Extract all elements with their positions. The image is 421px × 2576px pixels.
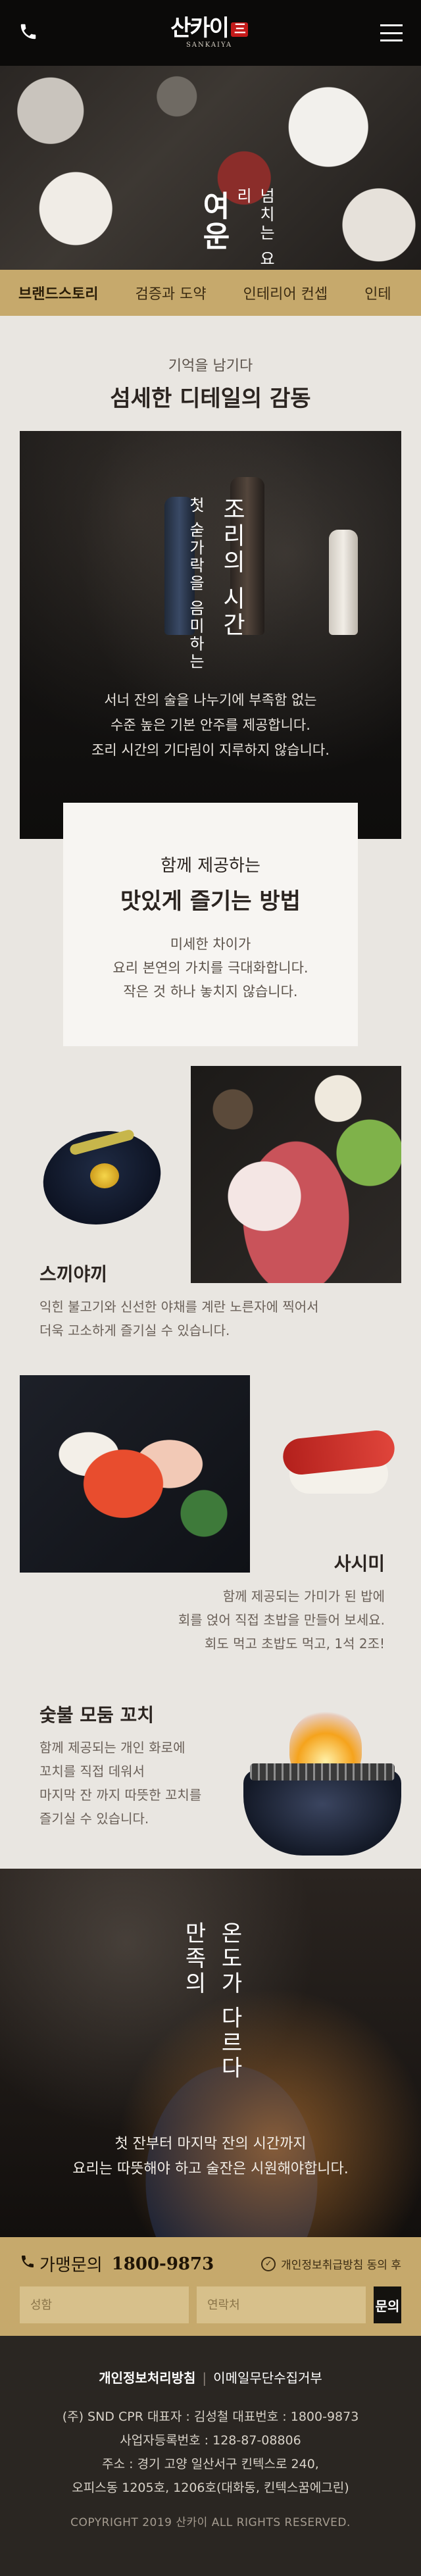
brand-logo[interactable]: 산카이 三 SANKAIYA — [170, 17, 248, 49]
cooking-desc-line: 서너 잔의 술을 나누기에 부족함 없는 — [104, 692, 317, 708]
skewer-desc-line: 함께 제공되는 개인 화로에 — [39, 1740, 186, 1755]
intro-heading: 섬세한 디테일의 감동 — [110, 386, 311, 412]
sashimi-title: 사시미 — [334, 1553, 385, 1575]
cooking-description: 서너 잔의 술을 나누기에 부족함 없는 수준 높은 기본 안주를 제공합니다.… — [20, 688, 401, 763]
privacy-agree-checkbox[interactable]: ✓ 개인정보취급방침 동의 후 — [261, 2256, 401, 2272]
hero-title: 여운 — [197, 191, 230, 251]
contact-input[interactable] — [197, 2286, 366, 2323]
method-kicker: 함께 제공하는 — [161, 856, 260, 876]
intro-kicker: 기억을 남기다 — [168, 358, 253, 374]
method-box: 함께 제공하는 맛있게 즐기는 방법 미세한 차이가 요리 본연의 가치를 극대… — [63, 803, 358, 1046]
company-info: (주) SND CPR 대표자 : 김성철 대표번호 : 1800-9873 사… — [0, 2405, 421, 2500]
egg-yolk-bowl-image — [34, 1119, 170, 1236]
sukiyaki-desc-line: 더욱 고소하게 즐기실 수 있습니다. — [39, 1323, 230, 1338]
footer-links: 개인정보처리방침 | 이메일무단수집거부 — [0, 2367, 421, 2387]
logo-badge: 三 — [230, 22, 248, 37]
header: 산카이 三 SANKAIYA — [0, 0, 421, 66]
sashimi-platter-image — [20, 1375, 250, 1573]
check-circle-icon: ✓ — [261, 2256, 276, 2271]
temperature-desc-line: 요리는 따뜻해야 하고 술잔은 시원해야합니다. — [72, 2161, 349, 2177]
skewer-desc-line: 꼬치를 직접 데워서 — [39, 1763, 145, 1779]
method-heading: 맛있게 즐기는 방법 — [120, 888, 301, 915]
temperature-section: 온도가 다르다 만족의 첫 잔부터 마지막 잔의 시간까지 요리는 따뜻해야 하… — [0, 1869, 421, 2237]
footer-link-separator: | — [202, 2370, 207, 2386]
tuna-sushi-image — [276, 1415, 401, 1513]
sashimi-desc-line: 회도 먹고 초밥도 먹고, 1석 2조! — [204, 1636, 385, 1652]
sub-navigation: 브랜드스토리 검증과 도약 인테리어 컨셉 인테 — [0, 270, 421, 316]
franchise-phone-number: 1800-9873 — [111, 2254, 214, 2274]
skewer-description: 함께 제공되는 개인 화로에 꼬치를 직접 데워서 마지막 잔 까지 따뜻한 꼬… — [39, 1736, 237, 1831]
cooking-time-panel: 조리의 시간 첫 숟가락을 음미하는 서너 잔의 술을 나누기에 부족함 없는 … — [20, 431, 401, 839]
cooking-title: 조리의 시간 — [218, 497, 245, 639]
copyright: COPYRIGHT 2019 산카이 ALL RIGHTS RESERVED. — [70, 2516, 351, 2529]
phone-icon — [20, 2254, 36, 2274]
hero-subtitle: 넘치는 요리 — [234, 188, 275, 269]
cooking-subtitle: 첫 숟가락을 음미하는 — [186, 497, 205, 671]
nav-item-interior-concept[interactable]: 인테리어 컨셉 — [225, 282, 346, 303]
phone-icon[interactable] — [18, 22, 38, 44]
franchise-phone[interactable]: 가맹문의 1800-9873 — [20, 2252, 214, 2276]
nav-item-interior-partial[interactable]: 인테 — [346, 282, 409, 303]
sashimi-desc-line: 회를 얹어 직접 초밥을 만들어 보세요. — [178, 1612, 385, 1628]
email-refusal-link[interactable]: 이메일무단수집거부 — [213, 2370, 322, 2386]
method-desc-line: 미세한 차이가 — [170, 936, 251, 952]
method-description: 미세한 차이가 요리 본연의 가치를 극대화합니다. 작은 것 하나 놓치지 않… — [63, 932, 358, 1003]
temperature-title-line-b: 온도가 다르다 — [216, 1921, 243, 2081]
method-desc-line: 작은 것 하나 놓치지 않습니다. — [123, 984, 298, 999]
hero-banner: 여운 넘치는 요리 — [0, 66, 421, 270]
temperature-desc-line: 첫 잔부터 마지막 잔의 시간까지 — [114, 2136, 307, 2152]
page: 산카이 三 SANKAIYA 여운 넘치는 요리 브랜드스토리 검증과 도약 인테… — [0, 0, 421, 2576]
skewer-desc-line: 즐기실 수 있습니다. — [39, 1811, 149, 1827]
sashimi-description: 함께 제공되는 가미가 된 밥에 회를 얹어 직접 초밥을 만들어 보세요. 회… — [16, 1584, 385, 1655]
logo-subtext: SANKAIYA — [186, 41, 233, 49]
address-line: 주소 : 경기 고양 일산서구 킨텍스로 240, — [102, 2457, 319, 2471]
privacy-agree-label: 개인정보취급방침 동의 후 — [281, 2259, 401, 2272]
sukiyaki-title: 스끼야끼 — [39, 1263, 108, 1285]
footer: 개인정보처리방침 | 이메일무단수집거부 (주) SND CPR 대표자 : 김성철… — [0, 2336, 421, 2576]
nav-item-verification[interactable]: 검증과 도약 — [116, 282, 224, 303]
hamburger-menu-icon[interactable] — [380, 24, 403, 41]
name-input[interactable] — [20, 2286, 189, 2323]
skewer-desc-line: 마지막 잔 까지 따뜻한 꼬치를 — [39, 1787, 202, 1803]
cooking-desc-line: 수준 높은 기본 안주를 제공합니다. — [111, 717, 310, 733]
inquiry-submit-button[interactable]: 문의 — [374, 2286, 401, 2323]
sukiyaki-description: 익힌 불고기와 신선한 야채를 계란 노른자에 찍어서 더욱 고소하게 즐기실 … — [39, 1295, 395, 1342]
company-line: (주) SND CPR 대표자 : 김성철 대표번호 : 1800-9873 — [62, 2410, 359, 2424]
sukiyaki-desc-line: 익힌 불고기와 신선한 야채를 계란 노른자에 찍어서 — [39, 1299, 319, 1315]
nav-item-brand-story[interactable]: 브랜드스토리 — [0, 282, 116, 303]
cooking-desc-line: 조리 시간의 기다림이 지루하지 않습니다. — [91, 742, 330, 758]
charcoal-grill-image — [243, 1711, 401, 1862]
skewer-title: 숯불 모둠 꼬치 — [39, 1704, 155, 1726]
privacy-policy-link[interactable]: 개인정보처리방침 — [99, 2370, 195, 2386]
sukiyaki-meat-image — [191, 1066, 401, 1283]
method-desc-line: 요리 본연의 가치를 극대화합니다. — [112, 960, 309, 976]
temperature-title-line-a: 만족의 — [180, 1921, 207, 1996]
franchise-inquiry-form: 가맹문의 1800-9873 ✓ 개인정보취급방침 동의 후 문의 — [0, 2237, 421, 2336]
sake-bottle-image — [329, 530, 358, 635]
franchise-label: 가맹문의 — [39, 2256, 103, 2275]
logo-text: 산카이 — [170, 15, 230, 41]
temperature-description: 첫 잔부터 마지막 잔의 시간까지 요리는 따뜻해야 하고 술잔은 시원해야합니… — [0, 2132, 421, 2182]
address-line: 오피스동 1205호, 1206호(대화동, 킨텍스꿈에그린) — [72, 2481, 349, 2495]
sashimi-desc-line: 함께 제공되는 가미가 된 밥에 — [222, 1588, 385, 1604]
business-number: 사업자등록번호 : 128-87-08806 — [120, 2433, 301, 2448]
